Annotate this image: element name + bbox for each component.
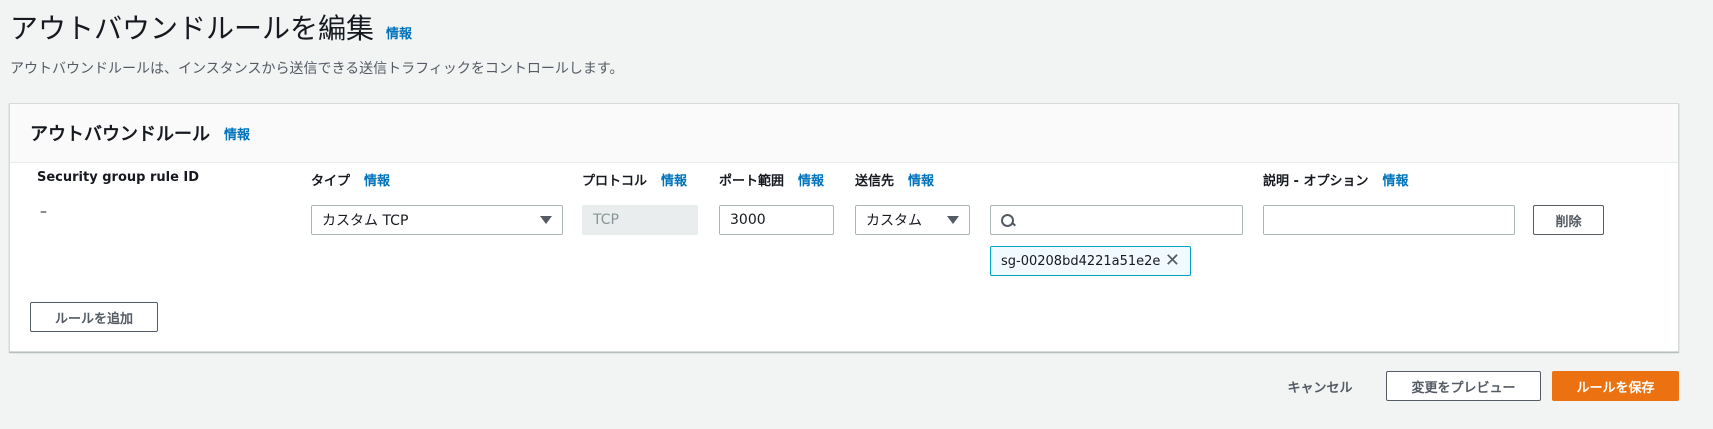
- column-description: 説明 - オプション 情報: [1263, 170, 1408, 189]
- chevron-down-icon: [540, 216, 552, 224]
- port-range-input[interactable]: 3000: [719, 205, 834, 235]
- chevron-down-icon: [947, 216, 959, 224]
- column-destination: 送信先 情報: [855, 170, 934, 189]
- rule-id-value: –: [40, 204, 47, 220]
- search-icon: [1001, 213, 1014, 227]
- destination-token: sg-00208bd4221a51e2e ✕: [990, 246, 1191, 276]
- port-range-value: 3000: [730, 212, 766, 228]
- protocol-info-link[interactable]: 情報: [661, 170, 687, 189]
- page-title: アウトバウンドルールを編集 情報: [10, 7, 412, 47]
- destination-search-input[interactable]: [990, 205, 1243, 235]
- column-type: タイプ 情報: [311, 170, 390, 189]
- description-input[interactable]: [1263, 205, 1515, 235]
- column-description-label: 説明 - オプション: [1263, 174, 1369, 189]
- column-protocol-label: プロトコル: [582, 174, 648, 189]
- port-range-info-link[interactable]: 情報: [798, 170, 824, 189]
- protocol-field-value: TCP: [593, 212, 619, 228]
- column-protocol: プロトコル 情報: [582, 170, 687, 189]
- outbound-rules-panel: アウトバウンドルール 情報 Security group rule ID タイプ…: [9, 103, 1679, 352]
- add-rule-button[interactable]: ルールを追加: [30, 302, 158, 332]
- destination-token-label: sg-00208bd4221a51e2e: [1001, 253, 1161, 269]
- delete-button-label: 削除: [1555, 214, 1582, 230]
- column-port-range: ポート範囲 情報: [719, 170, 824, 189]
- page-title-text: アウトバウンドルールを編集: [10, 12, 375, 45]
- page-description: アウトバウンドルールは、インスタンスから送信できる送信トラフィックをコントロール…: [10, 61, 624, 77]
- save-rules-button-label: ルールを保存: [1576, 380, 1655, 396]
- cancel-button[interactable]: キャンセル: [1272, 371, 1368, 401]
- page-info-link[interactable]: 情報: [386, 23, 412, 42]
- column-port-range-label: ポート範囲: [719, 174, 785, 189]
- panel-info-link[interactable]: 情報: [224, 124, 250, 143]
- preview-changes-button-label: 変更をプレビュー: [1411, 380, 1516, 396]
- column-destination-label: 送信先: [855, 174, 895, 189]
- save-rules-button[interactable]: ルールを保存: [1552, 371, 1679, 401]
- column-rule-id-label: Security group rule ID: [37, 170, 200, 185]
- destination-type-select[interactable]: カスタム: [855, 205, 970, 235]
- type-select-value: カスタム TCP: [322, 213, 409, 229]
- preview-changes-button[interactable]: 変更をプレビュー: [1386, 371, 1541, 401]
- description-info-link[interactable]: 情報: [1382, 170, 1408, 189]
- type-info-link[interactable]: 情報: [364, 170, 390, 189]
- type-select[interactable]: カスタム TCP: [311, 205, 563, 235]
- cancel-button-label: キャンセル: [1287, 380, 1353, 396]
- add-rule-button-label: ルールを追加: [54, 311, 133, 327]
- destination-info-link[interactable]: 情報: [908, 170, 934, 189]
- delete-button[interactable]: 削除: [1533, 205, 1604, 235]
- panel-title: アウトバウンドルール: [30, 124, 210, 145]
- panel-header: アウトバウンドルール 情報: [10, 104, 1678, 163]
- close-icon[interactable]: ✕: [1165, 252, 1180, 270]
- destination-type-value: カスタム: [866, 213, 922, 229]
- column-type-label: タイプ: [311, 174, 351, 189]
- column-rule-id: Security group rule ID: [37, 170, 199, 185]
- protocol-field: TCP: [582, 205, 698, 235]
